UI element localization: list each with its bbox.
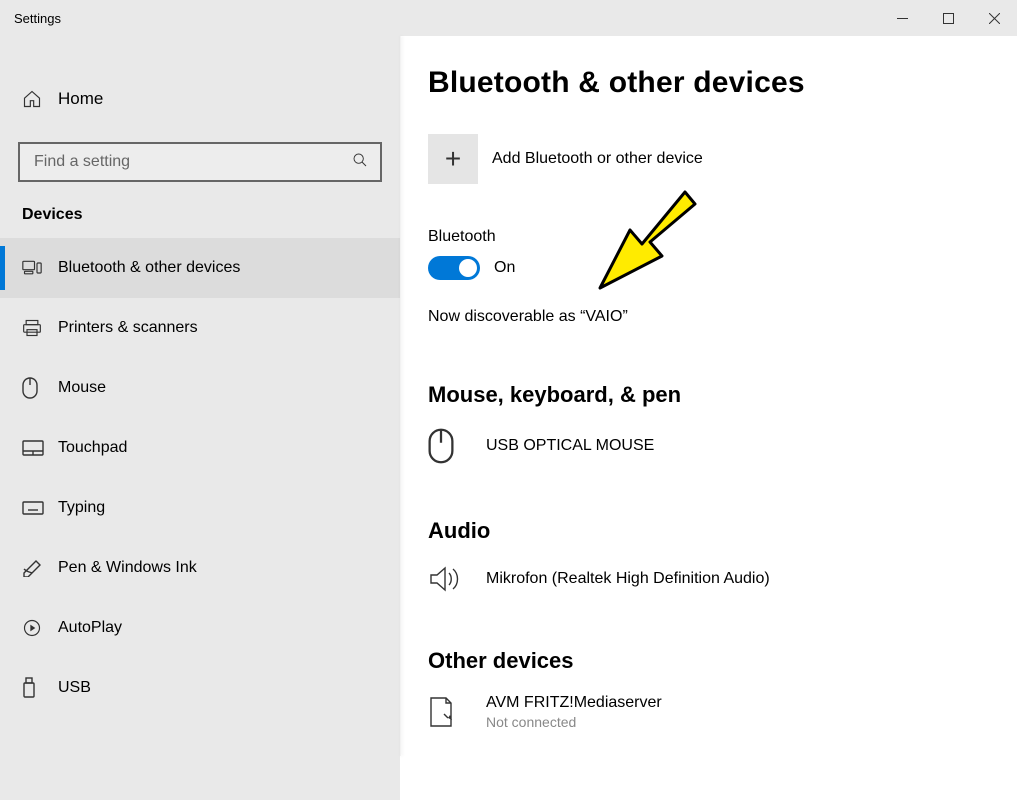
keyboard-icon [22,501,58,515]
sidebar-item-label: AutoPlay [58,619,122,637]
pane-separator [400,36,401,756]
device-generic-icon [428,696,486,728]
search-input[interactable] [32,152,352,172]
maximize-button[interactable] [925,2,971,34]
category-heading: Other devices [428,648,987,674]
device-row[interactable]: USB OPTICAL MOUSE [428,422,987,494]
mouse-icon [428,428,486,464]
discoverable-text: Now discoverable as “VAIO” [428,308,987,326]
plus-icon: + [445,145,461,173]
page-title: Bluetooth & other devices [428,66,987,100]
sidebar-item-typing[interactable]: Typing [0,478,400,538]
category-other-devices: Other devices AVM FRITZ!Mediaserver Not … [428,648,987,730]
category-audio: Audio Mikrofon (Realtek High Definition … [428,518,987,624]
bluetooth-toggle-row: On [428,256,987,280]
sidebar-item-label: USB [58,679,91,697]
touchpad-icon [22,440,58,456]
sidebar-item-printers[interactable]: Printers & scanners [0,298,400,358]
category-heading: Mouse, keyboard, & pen [428,382,987,408]
search-wrap [18,142,382,182]
minimize-button[interactable] [879,2,925,34]
device-status: Not connected [486,714,662,730]
bluetooth-heading: Bluetooth [428,228,987,246]
sidebar-item-bluetooth[interactable]: Bluetooth & other devices [0,238,400,298]
search-box[interactable] [18,142,382,182]
home-label: Home [58,89,103,109]
caption-buttons [879,2,1017,34]
usb-icon [22,677,58,699]
window-title: Settings [0,11,61,26]
home-icon [22,89,58,109]
content-area: Bluetooth & other devices + Add Bluetoot… [400,36,1017,800]
sidebar-item-label: Pen & Windows Ink [58,559,197,577]
device-row[interactable]: Mikrofon (Realtek High Definition Audio) [428,558,987,624]
autoplay-icon [22,618,58,638]
toggle-knob [459,259,477,277]
sidebar-item-usb[interactable]: USB [0,658,400,718]
sidebar-item-mouse[interactable]: Mouse [0,358,400,418]
titlebar: Settings [0,0,1017,36]
mouse-icon [22,377,58,399]
sidebar-item-label: Bluetooth & other devices [58,259,240,277]
sidebar-item-autoplay[interactable]: AutoPlay [0,598,400,658]
bluetooth-toggle[interactable] [428,256,480,280]
device-name: USB OPTICAL MOUSE [486,437,654,455]
sidebar-item-touchpad[interactable]: Touchpad [0,418,400,478]
category-mouse-keyboard: Mouse, keyboard, & pen USB OPTICAL MOUSE [428,382,987,494]
add-device-button[interactable]: + [428,134,478,184]
sidebar-item-label: Mouse [58,379,106,397]
bluetooth-devices-icon [22,260,58,276]
category-heading: Audio [428,518,987,544]
search-icon [352,152,368,172]
nav-list: Bluetooth & other devices Printers & sca… [0,238,400,718]
device-text-wrap: AVM FRITZ!Mediaserver Not connected [486,694,662,730]
device-row[interactable]: AVM FRITZ!Mediaserver Not connected [428,688,987,730]
sidebar-item-label: Touchpad [58,439,127,457]
sidebar: Home Devices Bluetooth & other devices [0,36,400,800]
sidebar-item-pen[interactable]: Pen & Windows Ink [0,538,400,598]
bluetooth-toggle-state: On [494,259,515,277]
close-button[interactable] [971,2,1017,34]
add-device-row[interactable]: + Add Bluetooth or other device [428,134,987,184]
device-name: AVM FRITZ!Mediaserver [486,694,662,712]
pen-icon [22,559,58,577]
device-name: Mikrofon (Realtek High Definition Audio) [486,570,770,588]
home-button[interactable]: Home [0,76,400,122]
sidebar-item-label: Printers & scanners [58,319,198,337]
sidebar-section-title: Devices [0,206,400,238]
window-body: Home Devices Bluetooth & other devices [0,36,1017,800]
settings-window: Settings Home [0,0,1017,800]
printer-icon [22,318,58,338]
sidebar-item-label: Typing [58,499,105,517]
speaker-icon [428,564,486,594]
add-device-label: Add Bluetooth or other device [492,150,703,168]
